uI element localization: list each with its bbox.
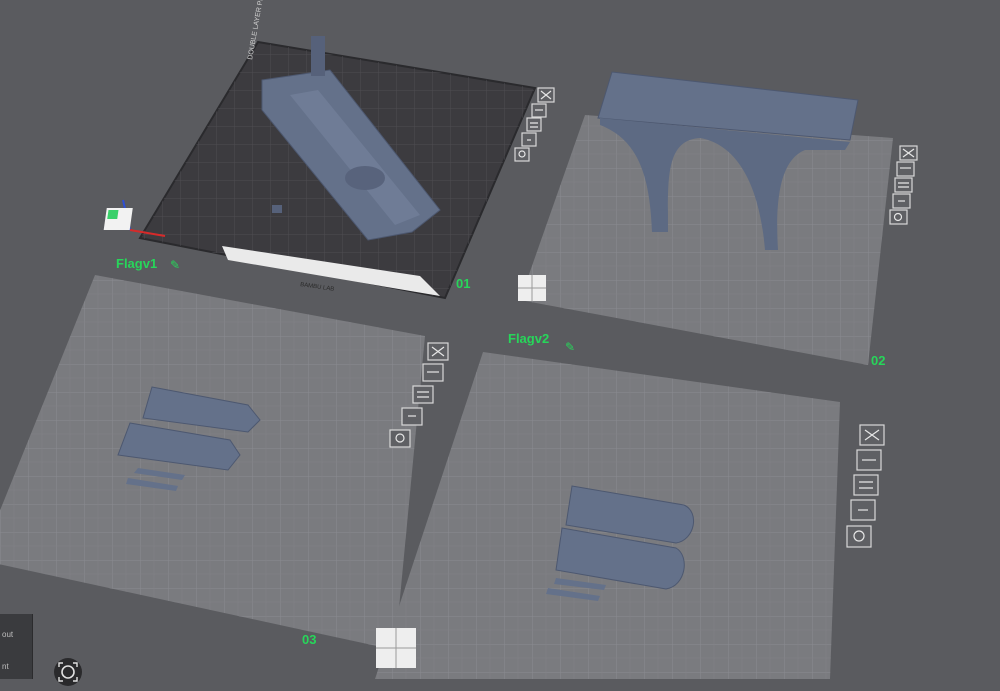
zoom-fit-icon	[58, 662, 78, 682]
close-plate-button[interactable]	[899, 145, 918, 161]
plate-03-number: 03	[302, 632, 316, 647]
lock-button[interactable]	[521, 132, 537, 147]
edit-name-icon[interactable]: ✎	[565, 340, 575, 354]
plate-settings-button[interactable]	[389, 429, 411, 448]
plate-02-corner-marker	[518, 275, 546, 301]
slice-plate-button[interactable]	[526, 117, 542, 132]
plate-01-footer-text: BAMBU LAB	[300, 282, 335, 293]
arrange-button[interactable]	[856, 449, 882, 471]
arrange-button[interactable]	[896, 161, 915, 177]
plate-settings-button[interactable]	[846, 525, 872, 548]
plate-01[interactable]: BAMBU LAB DOUBLE LAYER PLATE 01	[103, 0, 537, 300]
lock-button[interactable]	[401, 407, 423, 426]
arrange-button[interactable]	[531, 103, 547, 118]
close-plate-button[interactable]	[427, 342, 449, 361]
plate-01-number: 01	[456, 276, 470, 291]
plate-03-name[interactable]: Flagv1	[116, 256, 157, 271]
lock-button[interactable]	[850, 499, 876, 521]
build-plate-viewport[interactable]: BAMBU LAB DOUBLE LAYER PLATE 01 02 Flagv…	[0, 0, 1000, 679]
slice-plate-button[interactable]	[412, 385, 434, 404]
view-cube[interactable]: out nt	[0, 614, 33, 679]
plate-settings-button[interactable]	[889, 209, 908, 225]
plate-settings-button[interactable]	[514, 147, 530, 162]
plate-02-number: 02	[871, 353, 885, 368]
slice-plate-button[interactable]	[894, 177, 913, 193]
view-cube-label: nt	[2, 662, 9, 671]
arrange-button[interactable]	[422, 363, 444, 382]
plate-02-grid	[520, 115, 893, 365]
plate-02[interactable]: 02	[518, 71, 893, 368]
zoom-fit-button[interactable]	[54, 658, 82, 686]
plate-04-name[interactable]: Flagv2	[508, 331, 549, 346]
view-cube-label: out	[2, 630, 14, 639]
close-plate-button[interactable]	[859, 424, 885, 446]
plate-03[interactable]: Flagv1 ✎ 03	[0, 256, 425, 650]
edit-name-icon[interactable]: ✎	[170, 258, 180, 272]
lock-button[interactable]	[892, 193, 911, 209]
plate-04-toolbar	[846, 424, 885, 548]
slice-plate-button[interactable]	[853, 474, 879, 496]
plate-04-corner-marker	[376, 628, 416, 668]
plate-04[interactable]: Flagv2 ✎	[375, 331, 840, 679]
close-plate-button[interactable]	[537, 87, 555, 103]
plate-02-toolbar	[889, 145, 918, 225]
